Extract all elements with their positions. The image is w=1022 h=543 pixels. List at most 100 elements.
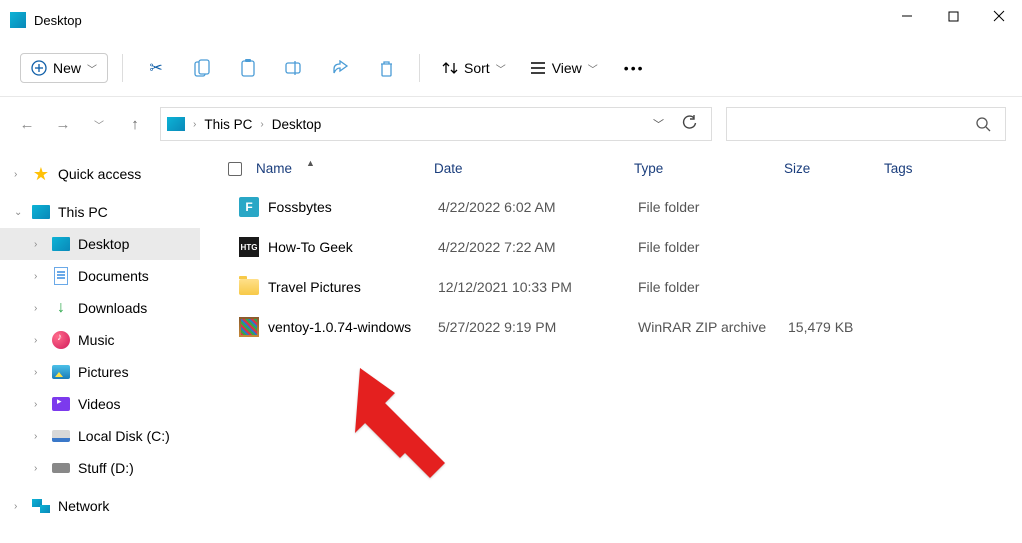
titlebar: Desktop bbox=[0, 0, 1022, 40]
column-label: Date bbox=[434, 161, 463, 176]
sidebar-item-this-pc[interactable]: ⌄ This PC bbox=[0, 196, 200, 228]
sidebar-item-local-disk-c[interactable]: › Local Disk (C:) bbox=[0, 420, 200, 452]
file-date: 4/22/2022 7:22 AM bbox=[438, 239, 638, 255]
chevron-right-icon: › bbox=[256, 119, 267, 130]
toolbar: New ﹀ ✂ Sort ﹀ View ﹀ ••• bbox=[0, 40, 1022, 96]
file-name: Travel Pictures bbox=[268, 279, 438, 295]
chevron-right-icon: › bbox=[34, 335, 44, 346]
app-folder-icon: HTG bbox=[239, 237, 259, 257]
column-tags[interactable]: Tags bbox=[884, 161, 921, 176]
desktop-icon bbox=[52, 237, 70, 251]
share-icon bbox=[331, 60, 349, 76]
sidebar-item-downloads[interactable]: › ↓ Downloads bbox=[0, 292, 200, 324]
pc-icon bbox=[32, 205, 50, 219]
sidebar-item-stuff-d[interactable]: › Stuff (D:) bbox=[0, 452, 200, 484]
file-row[interactable]: Travel Pictures 12/12/2021 10:33 PM File… bbox=[200, 267, 1022, 307]
sort-icon bbox=[442, 60, 458, 76]
breadcrumb-root[interactable]: This PC bbox=[200, 117, 256, 132]
breadcrumb-current[interactable]: Desktop bbox=[268, 117, 326, 132]
minimize-icon bbox=[901, 10, 913, 22]
sidebar-label: Pictures bbox=[78, 364, 129, 380]
up-button[interactable]: ↑ bbox=[124, 113, 146, 135]
chevron-right-icon: › bbox=[14, 169, 24, 180]
column-type[interactable]: Type bbox=[634, 161, 784, 176]
search-box[interactable] bbox=[726, 107, 1006, 141]
close-icon bbox=[993, 10, 1005, 22]
column-date[interactable]: Date bbox=[434, 161, 634, 176]
file-row[interactable]: F Fossbytes 4/22/2022 6:02 AM File folde… bbox=[200, 187, 1022, 227]
scissors-icon: ✂ bbox=[149, 58, 162, 78]
refresh-icon bbox=[682, 115, 697, 130]
maximize-button[interactable] bbox=[930, 0, 976, 32]
sidebar-label: Quick access bbox=[58, 166, 141, 182]
column-size[interactable]: Size bbox=[784, 161, 884, 176]
file-type: WinRAR ZIP archive bbox=[638, 319, 788, 335]
rename-button[interactable] bbox=[275, 52, 313, 84]
column-name[interactable]: Name ▲ bbox=[256, 161, 434, 176]
file-row[interactable]: HTG How-To Geek 4/22/2022 7:22 AM File f… bbox=[200, 227, 1022, 267]
file-name: ventoy-1.0.74-windows bbox=[268, 319, 438, 335]
download-icon: ↓ bbox=[52, 299, 70, 317]
file-date: 5/27/2022 9:19 PM bbox=[438, 319, 638, 335]
videos-icon bbox=[52, 397, 70, 411]
chevron-right-icon: › bbox=[34, 399, 44, 410]
sidebar: › ★ Quick access ⌄ This PC › Desktop › D… bbox=[0, 151, 200, 543]
sidebar-label: Music bbox=[78, 332, 115, 348]
sidebar-item-documents[interactable]: › Documents bbox=[0, 260, 200, 292]
minimize-button[interactable] bbox=[884, 0, 930, 32]
chevron-down-icon[interactable]: ﹀ bbox=[653, 116, 664, 132]
maximize-icon bbox=[948, 11, 959, 22]
arrow-right-icon: → bbox=[56, 116, 71, 133]
star-icon: ★ bbox=[32, 165, 50, 183]
column-label: Name bbox=[256, 161, 292, 176]
sidebar-item-videos[interactable]: › Videos bbox=[0, 388, 200, 420]
copy-button[interactable] bbox=[183, 52, 221, 84]
chevron-down-icon: ﹀ bbox=[496, 61, 506, 76]
recent-dropdown[interactable]: ﹀ bbox=[88, 113, 110, 135]
delete-button[interactable] bbox=[367, 52, 405, 84]
sidebar-item-pictures[interactable]: › Pictures bbox=[0, 356, 200, 388]
drive-icon bbox=[52, 463, 70, 473]
address-bar[interactable]: › This PC › Desktop ﹀ bbox=[160, 107, 712, 141]
sidebar-item-quick-access[interactable]: › ★ Quick access bbox=[0, 158, 200, 190]
cut-button[interactable]: ✂ bbox=[137, 52, 175, 84]
file-row[interactable]: ventoy-1.0.74-windows 5/27/2022 9:19 PM … bbox=[200, 307, 1022, 347]
music-icon bbox=[52, 331, 70, 349]
folder-icon bbox=[239, 279, 259, 295]
view-label: View bbox=[552, 60, 582, 76]
file-type: File folder bbox=[638, 199, 788, 215]
chevron-right-icon: › bbox=[34, 239, 44, 250]
file-list: Name ▲ Date Type Size Tags F Fossbytes 4… bbox=[200, 151, 1022, 543]
file-type: File folder bbox=[638, 239, 788, 255]
file-size: 15,479 KB bbox=[788, 319, 888, 335]
back-button[interactable]: ← bbox=[16, 113, 38, 135]
archive-icon bbox=[239, 317, 259, 337]
chevron-right-icon: › bbox=[34, 303, 44, 314]
separator bbox=[419, 54, 420, 82]
file-type: File folder bbox=[638, 279, 788, 295]
search-icon bbox=[976, 117, 991, 132]
arrow-left-icon: ← bbox=[20, 116, 35, 133]
disk-icon bbox=[52, 430, 70, 442]
column-label: Size bbox=[784, 161, 810, 176]
file-date: 12/12/2021 10:33 PM bbox=[438, 279, 638, 295]
new-button[interactable]: New ﹀ bbox=[20, 53, 108, 83]
separator bbox=[122, 54, 123, 82]
chevron-right-icon: › bbox=[34, 463, 44, 474]
app-folder-icon: F bbox=[239, 197, 259, 217]
refresh-button[interactable] bbox=[682, 115, 697, 133]
select-all-checkbox[interactable] bbox=[228, 162, 242, 176]
forward-button[interactable]: → bbox=[52, 113, 74, 135]
close-button[interactable] bbox=[976, 0, 1022, 32]
sidebar-item-music[interactable]: › Music bbox=[0, 324, 200, 356]
paste-button[interactable] bbox=[229, 52, 267, 84]
sidebar-item-desktop[interactable]: › Desktop bbox=[0, 228, 200, 260]
sidebar-label: This PC bbox=[58, 204, 108, 220]
new-label: New bbox=[53, 60, 81, 76]
view-button[interactable]: View ﹀ bbox=[522, 54, 606, 82]
sidebar-item-network[interactable]: › Network bbox=[0, 490, 200, 522]
share-button[interactable] bbox=[321, 52, 359, 84]
sort-button[interactable]: Sort ﹀ bbox=[434, 54, 514, 82]
chevron-right-icon: › bbox=[14, 501, 24, 512]
more-button[interactable]: ••• bbox=[614, 54, 655, 82]
